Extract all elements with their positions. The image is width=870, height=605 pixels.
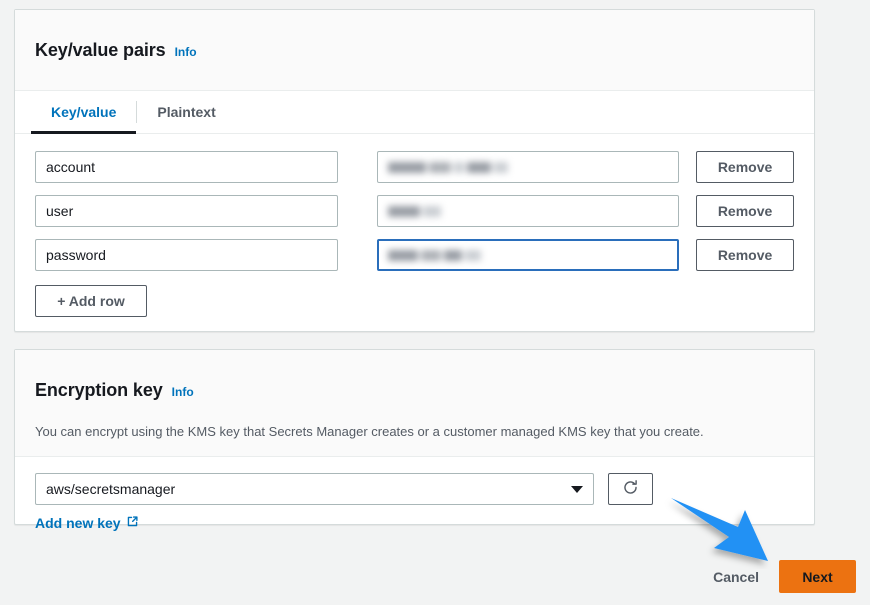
value-input-user[interactable] <box>376 194 680 227</box>
encryption-key-panel: Encryption key Info You can encrypt usin… <box>14 349 815 531</box>
key-value-row: Remove <box>35 238 795 271</box>
chevron-down-icon <box>571 485 583 493</box>
add-new-key-row: Add new key <box>35 515 794 531</box>
refresh-icon <box>622 479 639 499</box>
encryption-key-selected-value: aws/secretsmanager <box>46 481 176 498</box>
key-value-pairs-panel: Key/value pairs Info Key/value Plaintext… <box>14 9 815 332</box>
info-link-encryption-key[interactable]: Info <box>172 385 194 399</box>
add-row-button[interactable]: + Add row <box>35 284 147 317</box>
key-input-user[interactable] <box>35 194 338 227</box>
remove-button-account[interactable]: Remove <box>696 150 795 183</box>
encryption-key-description: You can encrypt using the KMS key that S… <box>35 423 704 439</box>
encryption-key-controls: aws/secretsmanager <box>35 473 794 506</box>
refresh-button[interactable] <box>608 473 653 506</box>
cancel-button[interactable]: Cancel <box>707 561 765 593</box>
encryption-panel-header: Encryption key Info You can encrypt usin… <box>15 350 814 458</box>
remove-button-password[interactable]: Remove <box>696 238 795 271</box>
page-title: Key/value pairs <box>35 39 166 60</box>
next-button[interactable]: Next <box>779 560 856 593</box>
encryption-panel-body: aws/secretsmanager Add new key <box>15 457 814 549</box>
encryption-key-select[interactable]: aws/secretsmanager <box>35 473 594 506</box>
external-link-icon <box>126 515 139 531</box>
add-new-key-link[interactable]: Add new key <box>35 515 121 531</box>
page-root: Key/value pairs Info Key/value Plaintext… <box>0 0 870 605</box>
key-input-account[interactable] <box>35 150 338 183</box>
key-value-title-row: Key/value pairs Info <box>35 26 794 76</box>
key-value-rows: Remove Remove Re <box>15 134 814 335</box>
value-input-account[interactable] <box>376 150 680 183</box>
key-value-row: Remove <box>35 194 795 227</box>
wizard-footer-actions: Cancel Next <box>707 560 856 593</box>
key-input-password[interactable] <box>35 238 338 271</box>
remove-button-user[interactable]: Remove <box>696 194 795 227</box>
redacted-value <box>387 247 484 263</box>
key-value-panel-header: Key/value pairs Info <box>15 10 814 91</box>
encryption-title-row: Encryption key Info <box>35 366 794 416</box>
key-value-tabs: Key/value Plaintext <box>15 90 814 134</box>
value-input-password[interactable] <box>376 238 680 271</box>
key-value-row: Remove <box>35 150 795 183</box>
info-link-key-value[interactable]: Info <box>175 45 197 59</box>
tab-plaintext[interactable]: Plaintext <box>137 91 235 133</box>
redacted-value <box>387 203 444 219</box>
redacted-value <box>387 159 511 175</box>
encryption-key-title: Encryption key <box>35 379 163 400</box>
tab-key-value[interactable]: Key/value <box>31 91 137 134</box>
